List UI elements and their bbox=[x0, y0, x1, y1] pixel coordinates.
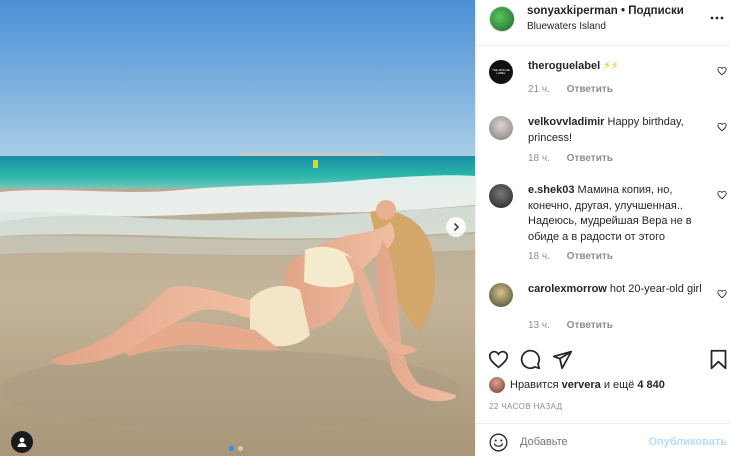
commenter-avatar[interactable] bbox=[489, 184, 513, 208]
comment-item: velkovvladimir Happy birthday, princess!… bbox=[476, 114, 730, 169]
author-avatar[interactable] bbox=[489, 6, 515, 32]
commenter-username[interactable]: velkovvladimir bbox=[528, 116, 604, 128]
tagged-users-button[interactable] bbox=[11, 431, 33, 453]
commenter-username[interactable]: carolexmorrow bbox=[528, 283, 607, 295]
comment-bubble-icon[interactable] bbox=[520, 349, 541, 370]
like-comment-heart-icon[interactable] bbox=[717, 190, 727, 200]
likes-count[interactable]: 4 840 bbox=[637, 379, 665, 391]
comment-text: theroguelabel ⚡⚡ bbox=[528, 59, 708, 75]
comment-meta: 18 ч. Ответить bbox=[528, 153, 627, 164]
comment-text: carolexmorrow hot 20-year-old girl bbox=[528, 282, 708, 298]
likes-text: Нравится ververa и ещё 4 840 bbox=[510, 379, 665, 391]
commenter-username[interactable]: theroguelabel bbox=[528, 60, 600, 72]
post-actions bbox=[476, 341, 730, 371]
carousel-dot bbox=[238, 446, 243, 451]
comment-body: ⚡⚡ bbox=[600, 60, 619, 72]
emoji-smiley-icon[interactable] bbox=[489, 433, 508, 452]
beach-photo-image bbox=[0, 0, 475, 456]
post-header: sonyaxkiperman • Подписки Bluewaters Isl… bbox=[476, 0, 730, 46]
liker-username[interactable]: ververa bbox=[562, 379, 601, 391]
liker-avatar[interactable] bbox=[489, 377, 505, 393]
comment-item: carolexmorrow hot 20-year-old girl 13 ч.… bbox=[476, 281, 730, 336]
ellipsis-icon bbox=[710, 16, 724, 20]
comment-meta: 21 ч. Ответить bbox=[528, 84, 627, 95]
comment-time[interactable]: 21 ч. bbox=[528, 84, 550, 95]
comment-text: e.shek03 Мамина копия, но, конечно, друг… bbox=[528, 183, 708, 245]
reply-button[interactable]: Ответить bbox=[567, 320, 613, 331]
comment-time[interactable]: 18 ч. bbox=[528, 153, 550, 164]
reply-button[interactable]: Ответить bbox=[567, 84, 613, 95]
comment-body: hot 20-year-old girl bbox=[606, 283, 702, 295]
post-photo[interactable] bbox=[0, 0, 475, 456]
reply-button[interactable]: Ответить bbox=[567, 153, 613, 164]
more-options-icon[interactable] bbox=[710, 7, 724, 23]
like-comment-heart-icon[interactable] bbox=[717, 122, 727, 132]
carousel-indicator bbox=[229, 446, 243, 451]
comment-input[interactable] bbox=[520, 436, 630, 448]
author-line: sonyaxkiperman • Подписки bbox=[527, 5, 684, 17]
publish-button[interactable]: Опубликовать bbox=[648, 436, 727, 448]
carousel-dot bbox=[229, 446, 234, 451]
reply-button[interactable]: Ответить bbox=[567, 251, 613, 262]
avatar-logo-text: THE ROGUE LABEL bbox=[492, 68, 510, 75]
like-comment-heart-icon[interactable] bbox=[717, 66, 727, 76]
like-comment-heart-icon[interactable] bbox=[717, 289, 727, 299]
comment-item: THE ROGUE LABEL theroguelabel ⚡⚡ 21 ч. О… bbox=[476, 58, 730, 108]
likes-prefix: Нравится bbox=[510, 379, 562, 391]
separator-dot: • bbox=[620, 5, 625, 17]
post-side-panel: sonyaxkiperman • Подписки Bluewaters Isl… bbox=[475, 0, 730, 456]
comment-time[interactable]: 13 ч. bbox=[528, 320, 550, 331]
post-timestamp[interactable]: 22 ЧАСОВ НАЗАД bbox=[489, 402, 562, 411]
likes-middle: и ещё bbox=[600, 379, 638, 391]
carousel-next-button[interactable] bbox=[446, 217, 466, 237]
commenter-avatar[interactable]: THE ROGUE LABEL bbox=[489, 60, 513, 84]
post-location[interactable]: Bluewaters Island bbox=[527, 21, 606, 32]
comment-time[interactable]: 18 ч. bbox=[528, 251, 550, 262]
comment-item: e.shek03 Мамина копия, но, конечно, друг… bbox=[476, 182, 730, 267]
add-comment-bar: Опубликовать bbox=[476, 423, 730, 456]
commenter-avatar[interactable] bbox=[489, 116, 513, 140]
commenter-username[interactable]: e.shek03 bbox=[528, 184, 574, 196]
author-username[interactable]: sonyaxkiperman bbox=[527, 5, 618, 17]
commenter-avatar[interactable] bbox=[489, 283, 513, 307]
following-button[interactable]: Подписки bbox=[628, 5, 684, 17]
chevron-right-icon bbox=[453, 222, 460, 232]
comment-meta: 18 ч. Ответить bbox=[528, 251, 627, 262]
like-heart-icon[interactable] bbox=[488, 349, 509, 370]
comment-text: velkovvladimir Happy birthday, princess! bbox=[528, 115, 708, 146]
user-icon bbox=[17, 437, 27, 447]
share-paper-plane-icon[interactable] bbox=[552, 349, 573, 370]
comment-meta: 13 ч. Ответить bbox=[528, 320, 627, 331]
bookmark-icon[interactable] bbox=[708, 349, 729, 370]
